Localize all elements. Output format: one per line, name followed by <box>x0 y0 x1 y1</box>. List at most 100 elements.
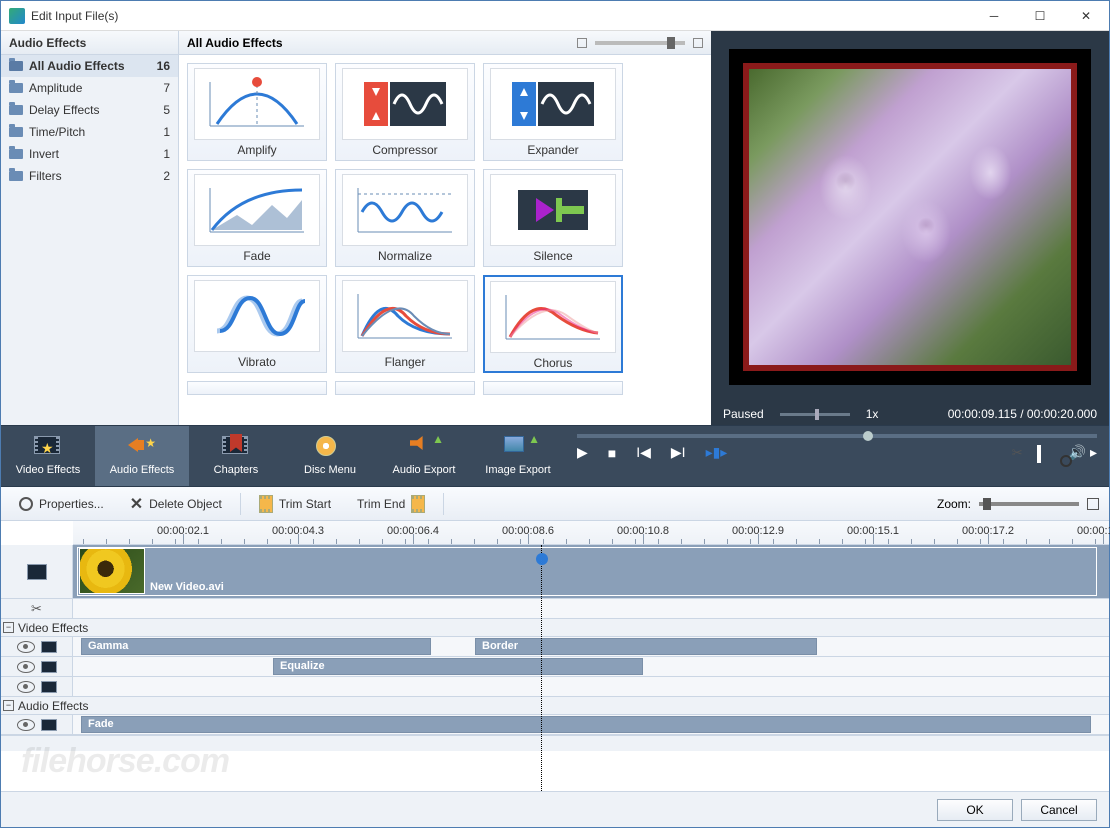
effect-label: Silence <box>533 249 572 263</box>
tab-image-export[interactable]: ▲Image Export <box>471 426 565 486</box>
effect-tile-chorus[interactable]: Chorus <box>483 275 623 373</box>
sidebar-item-all-audio-effects[interactable]: All Audio Effects16 <box>1 55 178 77</box>
effects-header: All Audio Effects <box>179 31 711 55</box>
sidebar-item-filters[interactable]: Filters2 <box>1 165 178 187</box>
filmstrip-icon <box>41 719 57 731</box>
fx-block-gamma[interactable]: Gamma <box>81 638 431 655</box>
video-fx-track-3 <box>1 677 1109 697</box>
video-track: New Video.avi <box>1 545 1109 599</box>
next-frame-button[interactable]: ▶I <box>671 444 686 461</box>
delete-object-button[interactable]: ✕Delete Object <box>122 491 230 517</box>
preview-status-bar: Paused 1x 00:00:09.115 / 00:00:20.000 <box>711 403 1109 425</box>
video-effects-group-header[interactable]: −Video Effects <box>1 619 1109 637</box>
close-button[interactable]: ✕ <box>1063 1 1109 31</box>
zoom-slider[interactable] <box>979 502 1079 506</box>
tab-chapters[interactable]: Chapters <box>189 426 283 486</box>
playback-state: Paused <box>723 407 764 421</box>
volume-button[interactable]: 🔊 ▸ <box>1069 444 1097 461</box>
fx-block-fade[interactable]: Fade <box>81 716 1091 733</box>
effect-tile-vibrato[interactable]: Vibrato <box>187 275 327 373</box>
thumbnail-size-slider[interactable] <box>595 41 685 45</box>
sidebar-item-amplitude[interactable]: Amplitude7 <box>1 77 178 99</box>
effect-label: Chorus <box>534 356 573 370</box>
cut-button[interactable]: ✂ <box>1012 445 1023 461</box>
filmstrip-icon <box>27 564 47 580</box>
fx-track-body[interactable]: Equalize <box>73 657 1109 676</box>
video-clip[interactable]: New Video.avi <box>77 547 1097 596</box>
visibility-icon[interactable] <box>17 681 35 693</box>
tab-label: Disc Menu <box>304 464 356 476</box>
tab-video-effects[interactable]: ★Video Effects <box>1 426 95 486</box>
playhead[interactable] <box>541 545 542 791</box>
fx-track-body[interactable]: Gamma Border <box>73 637 1109 656</box>
view-small-icon[interactable] <box>577 38 587 48</box>
tab-icon <box>316 436 344 460</box>
fullscreen-button[interactable] <box>1037 445 1041 461</box>
maximize-button[interactable]: ☐ <box>1017 1 1063 31</box>
sidebar-item-time-pitch[interactable]: Time/Pitch1 <box>1 121 178 143</box>
delete-icon: ✕ <box>130 494 143 514</box>
properties-button[interactable]: Properties... <box>11 494 112 514</box>
effect-thumb <box>194 174 320 246</box>
effect-label: Flanger <box>385 355 426 369</box>
horizontal-scrollbar[interactable] <box>1 735 1109 751</box>
video-track-body[interactable]: New Video.avi <box>73 545 1109 598</box>
tab-audio-export[interactable]: ▲Audio Export <box>377 426 471 486</box>
effect-thumb <box>342 174 468 246</box>
folder-icon <box>9 171 23 181</box>
tab-label: Audio Export <box>393 464 456 476</box>
effect-tile-flanger[interactable]: Flanger <box>335 275 475 373</box>
audio-effects-group-header[interactable]: −Audio Effects <box>1 697 1109 715</box>
tab-icon: ★ <box>128 436 156 460</box>
effects-pane: All Audio Effects AmplifyCompressorExpan… <box>179 31 711 425</box>
effect-tile-partial[interactable] <box>483 381 623 395</box>
fx-track-body[interactable]: Fade <box>73 715 1109 734</box>
effect-tile-silence[interactable]: Silence <box>483 169 623 267</box>
minimize-button[interactable]: ─ <box>971 1 1017 31</box>
visibility-icon[interactable] <box>17 719 35 731</box>
tab-disc-menu[interactable]: Disc Menu <box>283 426 377 486</box>
effect-tile-fade[interactable]: Fade <box>187 169 327 267</box>
prev-frame-button[interactable]: I◀ <box>636 444 651 461</box>
play-button[interactable]: ▶ <box>577 444 588 461</box>
main-tab-bar: ★Video Effects★Audio EffectsChapters Disc… <box>1 425 1109 487</box>
effect-tile-expander[interactable]: Expander <box>483 63 623 161</box>
clip-label: New Video.avi <box>150 581 224 593</box>
effect-thumb <box>342 280 468 352</box>
sidebar-item-delay-effects[interactable]: Delay Effects5 <box>1 99 178 121</box>
effect-tile-partial[interactable] <box>335 381 475 395</box>
tab-audio-effects[interactable]: ★Audio Effects <box>95 426 189 486</box>
trim-start-button[interactable]: Trim Start <box>251 492 339 516</box>
effect-tile-normalize[interactable]: Normalize <box>335 169 475 267</box>
trim-end-button[interactable]: Trim End <box>349 492 433 516</box>
stop-button[interactable]: ■ <box>608 445 616 461</box>
effect-thumb <box>490 68 616 140</box>
effect-tile-partial[interactable] <box>187 381 327 395</box>
loop-button[interactable]: ▸▮▸ <box>706 444 728 461</box>
clip-thumbnail <box>79 548 145 594</box>
fx-block-border[interactable]: Border <box>475 638 817 655</box>
sidebar-item-invert[interactable]: Invert1 <box>1 143 178 165</box>
cut-track-body[interactable] <box>73 599 1109 618</box>
effect-tile-amplify[interactable]: Amplify <box>187 63 327 161</box>
fx-track-body[interactable] <box>73 677 1109 696</box>
fx-block-equalize[interactable]: Equalize <box>273 658 643 675</box>
effect-tile-compressor[interactable]: Compressor <box>335 63 475 161</box>
filmstrip-icon <box>41 681 57 693</box>
trim-start-icon <box>259 495 273 513</box>
scrub-bar[interactable] <box>577 434 1097 438</box>
playback-speed: 1x <box>866 407 879 421</box>
view-large-icon[interactable] <box>693 38 703 48</box>
sidebar-header: Audio Effects <box>1 31 178 55</box>
visibility-icon[interactable] <box>17 661 35 673</box>
zoom-fit-icon[interactable] <box>1087 498 1099 510</box>
effect-thumb <box>490 281 616 353</box>
timeline-ruler[interactable]: 00:00:02.100:00:04.300:00:06.400:00:08.6… <box>73 521 1109 545</box>
tab-icon <box>222 436 250 460</box>
app-icon <box>9 8 25 24</box>
folder-icon <box>9 127 23 137</box>
speed-slider[interactable] <box>780 413 850 416</box>
ok-button[interactable]: OK <box>937 799 1013 821</box>
cancel-button[interactable]: Cancel <box>1021 799 1097 821</box>
visibility-icon[interactable] <box>17 641 35 653</box>
